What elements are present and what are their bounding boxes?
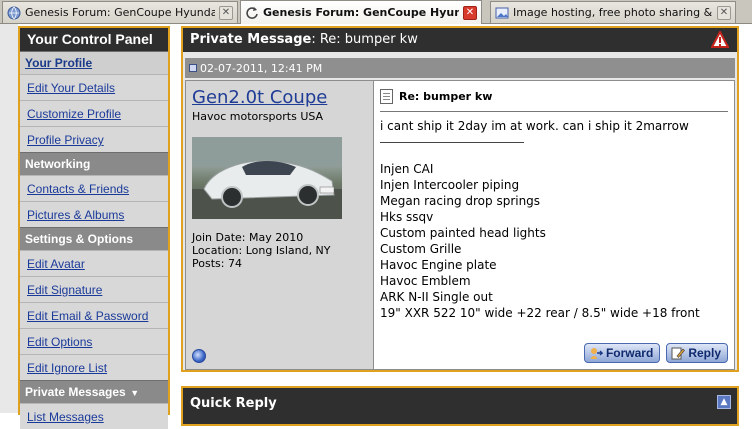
message-actions: Forward Reply: [583, 343, 728, 363]
header-subject: : Re: bumper kw: [311, 32, 418, 47]
sidebar-item-customize-profile[interactable]: Customize Profile: [20, 100, 168, 126]
sidebar-item-profile-privacy[interactable]: Profile Privacy: [20, 126, 168, 152]
sidebar-item-edit-signature[interactable]: Edit Signature: [20, 276, 168, 302]
close-tab-icon[interactable]: ✕: [219, 5, 233, 20]
header-label: Private Message: [190, 32, 312, 47]
pencil-icon: [671, 346, 686, 360]
signature-line: Injen Intercooler piping: [380, 178, 520, 192]
browser-tab-2[interactable]: Genesis Forum: GenCoupe Hyund... ✕: [240, 0, 482, 24]
photo-icon: [495, 6, 509, 20]
reply-label: Reply: [688, 346, 721, 360]
report-warning-icon[interactable]: [710, 29, 730, 49]
sidebar-item-edit-email[interactable]: Edit Email & Password: [20, 302, 168, 328]
message-subject: Re: bumper kw: [399, 89, 493, 103]
message-intro: i cant ship it 2day im at work. can i sh…: [380, 119, 689, 133]
user-info-pane: Gen2.0t Coupe Havoc motorsports USA Join…: [186, 81, 374, 369]
tab-title: Image hosting, free photo sharing & vi..…: [513, 6, 713, 19]
signature-line: Custom Grille: [380, 242, 462, 256]
location: Location: Long Island, NY: [192, 244, 331, 257]
document-icon: [380, 88, 393, 104]
username-link[interactable]: Gen2.0t Coupe: [192, 87, 367, 108]
browser-tab-1[interactable]: Genesis Forum: GenCoupe Hyundai Ge... ✕: [2, 1, 238, 23]
forward-button[interactable]: Forward: [583, 343, 661, 363]
forward-label: Forward: [605, 346, 654, 360]
message-pane: Re: bumper kw i cant ship it 2day im at …: [374, 81, 734, 369]
sidebar-item-edit-avatar[interactable]: Edit Avatar: [20, 250, 168, 276]
sidebar-heading-your-profile[interactable]: Your Profile: [20, 51, 168, 74]
post-icon: [189, 64, 197, 72]
divider: [380, 111, 728, 112]
private-message-box: Private Message: Re: bumper kw 02-07-201…: [181, 26, 739, 372]
sidebar-item-edit-details[interactable]: Edit Your Details: [20, 74, 168, 100]
collapse-icon[interactable]: ▲: [717, 395, 731, 409]
forward-icon: [589, 346, 604, 360]
signature-line: Injen CAI: [380, 162, 434, 176]
message-title: Re: bumper kw: [380, 87, 728, 105]
sidebar-heading-private-messages[interactable]: Private Messages ▼: [20, 380, 168, 403]
private-message-header: Private Message: Re: bumper kw: [183, 28, 737, 52]
sidebar-heading-settings: Settings & Options: [20, 227, 168, 250]
signature-line: Hks ssqv: [380, 210, 434, 224]
control-panel-title: Your Control Panel: [20, 28, 168, 51]
sidebar-heading-networking: Networking: [20, 152, 168, 175]
join-date: Join Date: May 2010: [192, 231, 304, 244]
browser-tab-3[interactable]: Image hosting, free photo sharing & vi..…: [490, 1, 736, 23]
avatar[interactable]: [192, 137, 342, 219]
sidebar-item-edit-options[interactable]: Edit Options: [20, 328, 168, 354]
sidebar-item-contacts[interactable]: Contacts & Friends: [20, 175, 168, 201]
chevron-down-icon[interactable]: ▼: [128, 388, 139, 398]
close-tab-icon[interactable]: ✕: [463, 5, 477, 20]
post-date-bar: 02-07-2011, 12:41 PM: [185, 58, 735, 78]
globe-icon: [7, 6, 21, 20]
sidebar-item-pictures[interactable]: Pictures & Albums: [20, 201, 168, 227]
sidebar-heading-label: Private Messages: [25, 385, 126, 399]
signature-line: Havoc Emblem: [380, 274, 471, 288]
tab-title: Genesis Forum: GenCoupe Hyund...: [263, 6, 459, 19]
signature-divider: [380, 142, 524, 143]
post-body: Gen2.0t Coupe Havoc motorsports USA Join…: [185, 80, 735, 370]
signature-line: Megan racing drop springs: [380, 194, 541, 208]
post-date: 02-07-2011, 12:41 PM: [200, 61, 323, 75]
page-margin: [0, 24, 18, 413]
forum-page: Your Control Panel Your Profile Edit You…: [0, 24, 752, 429]
reply-button[interactable]: Reply: [666, 343, 728, 363]
signature-line: Custom painted head lights: [380, 226, 546, 240]
quick-reply-title: Quick Reply: [190, 396, 277, 411]
sidebar-item-edit-ignore-list[interactable]: Edit Ignore List: [20, 354, 168, 380]
signature-line: ARK N-II Single out: [380, 290, 493, 304]
control-panel: Your Control Panel Your Profile Edit You…: [18, 26, 170, 429]
sidebar-item-list-messages[interactable]: List Messages: [20, 403, 168, 429]
message-text: i cant ship it 2day im at work. can i sh…: [380, 118, 728, 321]
tab-title: Genesis Forum: GenCoupe Hyundai Ge...: [25, 6, 215, 19]
online-status-icon: [192, 349, 206, 363]
signature-line: Havoc Engine plate: [380, 258, 497, 272]
post-count: Posts: 74: [192, 257, 242, 270]
browser-tab-strip: Genesis Forum: GenCoupe Hyundai Ge... ✕ …: [0, 0, 752, 24]
quick-reply-box: Quick Reply ▲: [181, 386, 739, 426]
reload-icon: [245, 6, 259, 20]
close-tab-icon[interactable]: ✕: [717, 5, 731, 20]
signature-line: 19" XXR 522 10" wide +22 rear / 8.5" wid…: [380, 306, 700, 320]
user-title: Havoc motorsports USA: [192, 110, 324, 123]
